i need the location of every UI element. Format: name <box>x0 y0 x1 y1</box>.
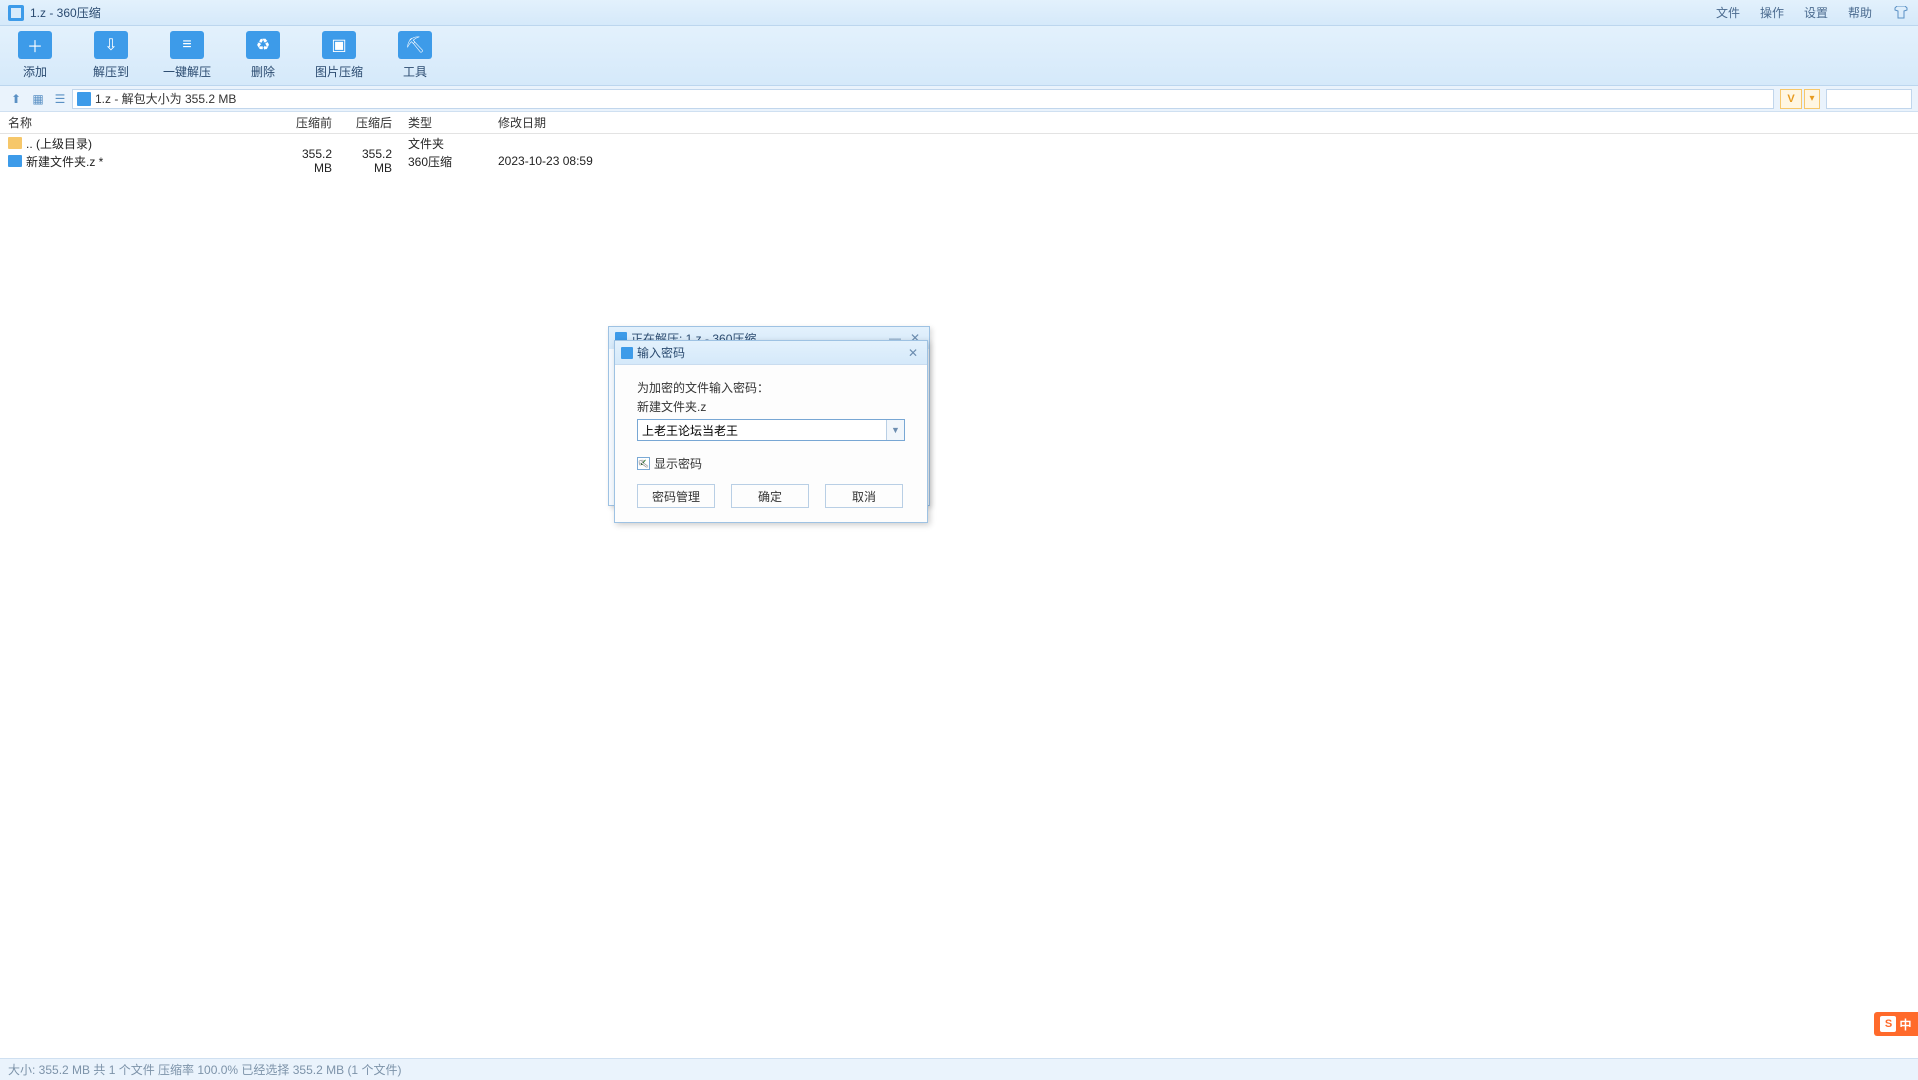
archive-icon <box>77 92 91 106</box>
titlebar: 1.z - 360压缩 文件 操作 设置 帮助 <box>0 0 1918 26</box>
view-list-icon[interactable]: ☰ <box>50 89 70 109</box>
password-prompt: 为加密的文件输入密码： <box>637 379 905 396</box>
column-headers: 名称 压缩前 压缩后 类型 修改日期 <box>0 112 1918 134</box>
col-name[interactable]: 名称 <box>0 114 280 131</box>
addr-right-controls: V ▾ <box>1780 89 1820 109</box>
password-filename: 新建文件夹.z <box>637 398 905 415</box>
ime-logo-icon: S <box>1880 1016 1896 1032</box>
extract-to-button[interactable]: ⇩解压到 <box>86 31 136 80</box>
one-click-extract-button[interactable]: ≡一键解压 <box>162 31 212 80</box>
archive-icon <box>621 347 633 359</box>
delete-label: 删除 <box>251 63 275 80</box>
nav-up-icon[interactable]: ⬆ <box>6 89 26 109</box>
item1-after: 355.2 MB <box>340 147 400 175</box>
parent-type: 文件夹 <box>400 135 490 152</box>
chevron-down-icon[interactable]: ▼ <box>886 420 904 440</box>
search-input[interactable] <box>1826 89 1912 109</box>
item1-before: 355.2 MB <box>280 147 340 175</box>
vip-dropdown-icon[interactable]: ▾ <box>1804 89 1820 109</box>
menu-operation[interactable]: 操作 <box>1760 4 1784 21</box>
address-text: 1.z - 解包大小为 355.2 MB <box>95 90 236 107</box>
image-compress-label: 图片压缩 <box>315 63 363 80</box>
one-click-label: 一键解压 <box>163 63 211 80</box>
status-text: 大小: 355.2 MB 共 1 个文件 压缩率 100.0% 已经选择 355… <box>8 1061 401 1078</box>
password-combo: ▼ <box>637 419 905 441</box>
col-before[interactable]: 压缩前 <box>280 114 340 131</box>
vip-button[interactable]: V <box>1780 89 1802 109</box>
app-icon <box>8 5 24 21</box>
folder-icon <box>8 137 22 149</box>
tools-label: 工具 <box>403 63 427 80</box>
window-title: 1.z - 360压缩 <box>30 4 101 21</box>
col-after[interactable]: 压缩后 <box>340 114 400 131</box>
toolbar: ＋添加 ⇩解压到 ≡一键解压 ♻删除 ▣图片压缩 ⛏工具 <box>0 26 1918 86</box>
password-manage-button[interactable]: 密码管理 <box>637 484 715 508</box>
col-date[interactable]: 修改日期 <box>490 114 630 131</box>
ime-label: 中 <box>1899 1016 1911 1033</box>
address-field[interactable]: 1.z - 解包大小为 355.2 MB <box>72 89 1774 109</box>
delete-button[interactable]: ♻删除 <box>238 31 288 80</box>
ok-button[interactable]: 确定 <box>731 484 809 508</box>
archive-icon <box>8 155 22 167</box>
addressbar: ⬆ ▦ ☰ 1.z - 解包大小为 355.2 MB V ▾ <box>0 86 1918 112</box>
add-button[interactable]: ＋添加 <box>10 31 60 80</box>
extract-to-label: 解压到 <box>93 63 129 80</box>
file-list: .. (上级目录) 文件夹 新建文件夹.z * 355.2 MB 355.2 M… <box>0 134 1918 170</box>
show-password-checkbox[interactable]: ✓ 显示密码 ↖ <box>637 455 905 472</box>
password-input[interactable] <box>638 420 886 440</box>
status-bar: 大小: 355.2 MB 共 1 个文件 压缩率 100.0% 已经选择 355… <box>0 1058 1918 1080</box>
cancel-button[interactable]: 取消 <box>825 484 903 508</box>
password-dialog: 输入密码 ✕ 为加密的文件输入密码： 新建文件夹.z ▼ ✓ 显示密码 ↖ 密码… <box>614 340 928 523</box>
image-compress-button[interactable]: ▣图片压缩 <box>314 31 364 80</box>
add-label: 添加 <box>23 63 47 80</box>
item1-date: 2023-10-23 08:59 <box>490 154 630 168</box>
list-item[interactable]: 新建文件夹.z * 355.2 MB 355.2 MB 360压缩 2023-1… <box>0 152 1918 170</box>
item1-name: 新建文件夹.z * <box>26 153 103 170</box>
view-icons-icon[interactable]: ▦ <box>28 89 48 109</box>
parent-name: .. (上级目录) <box>26 135 92 152</box>
close-icon[interactable]: ✕ <box>905 346 921 360</box>
password-dialog-title: 输入密码 <box>637 344 685 361</box>
item1-type: 360压缩 <box>400 153 490 170</box>
ime-indicator[interactable]: S 中 <box>1874 1012 1918 1036</box>
show-password-label: 显示密码 <box>654 455 702 472</box>
skin-icon[interactable] <box>1892 4 1910 22</box>
menu-settings[interactable]: 设置 <box>1804 4 1828 21</box>
tools-button[interactable]: ⛏工具 <box>390 31 440 80</box>
menu-file[interactable]: 文件 <box>1716 4 1740 21</box>
menu-help[interactable]: 帮助 <box>1848 4 1872 21</box>
col-type[interactable]: 类型 <box>400 114 490 131</box>
